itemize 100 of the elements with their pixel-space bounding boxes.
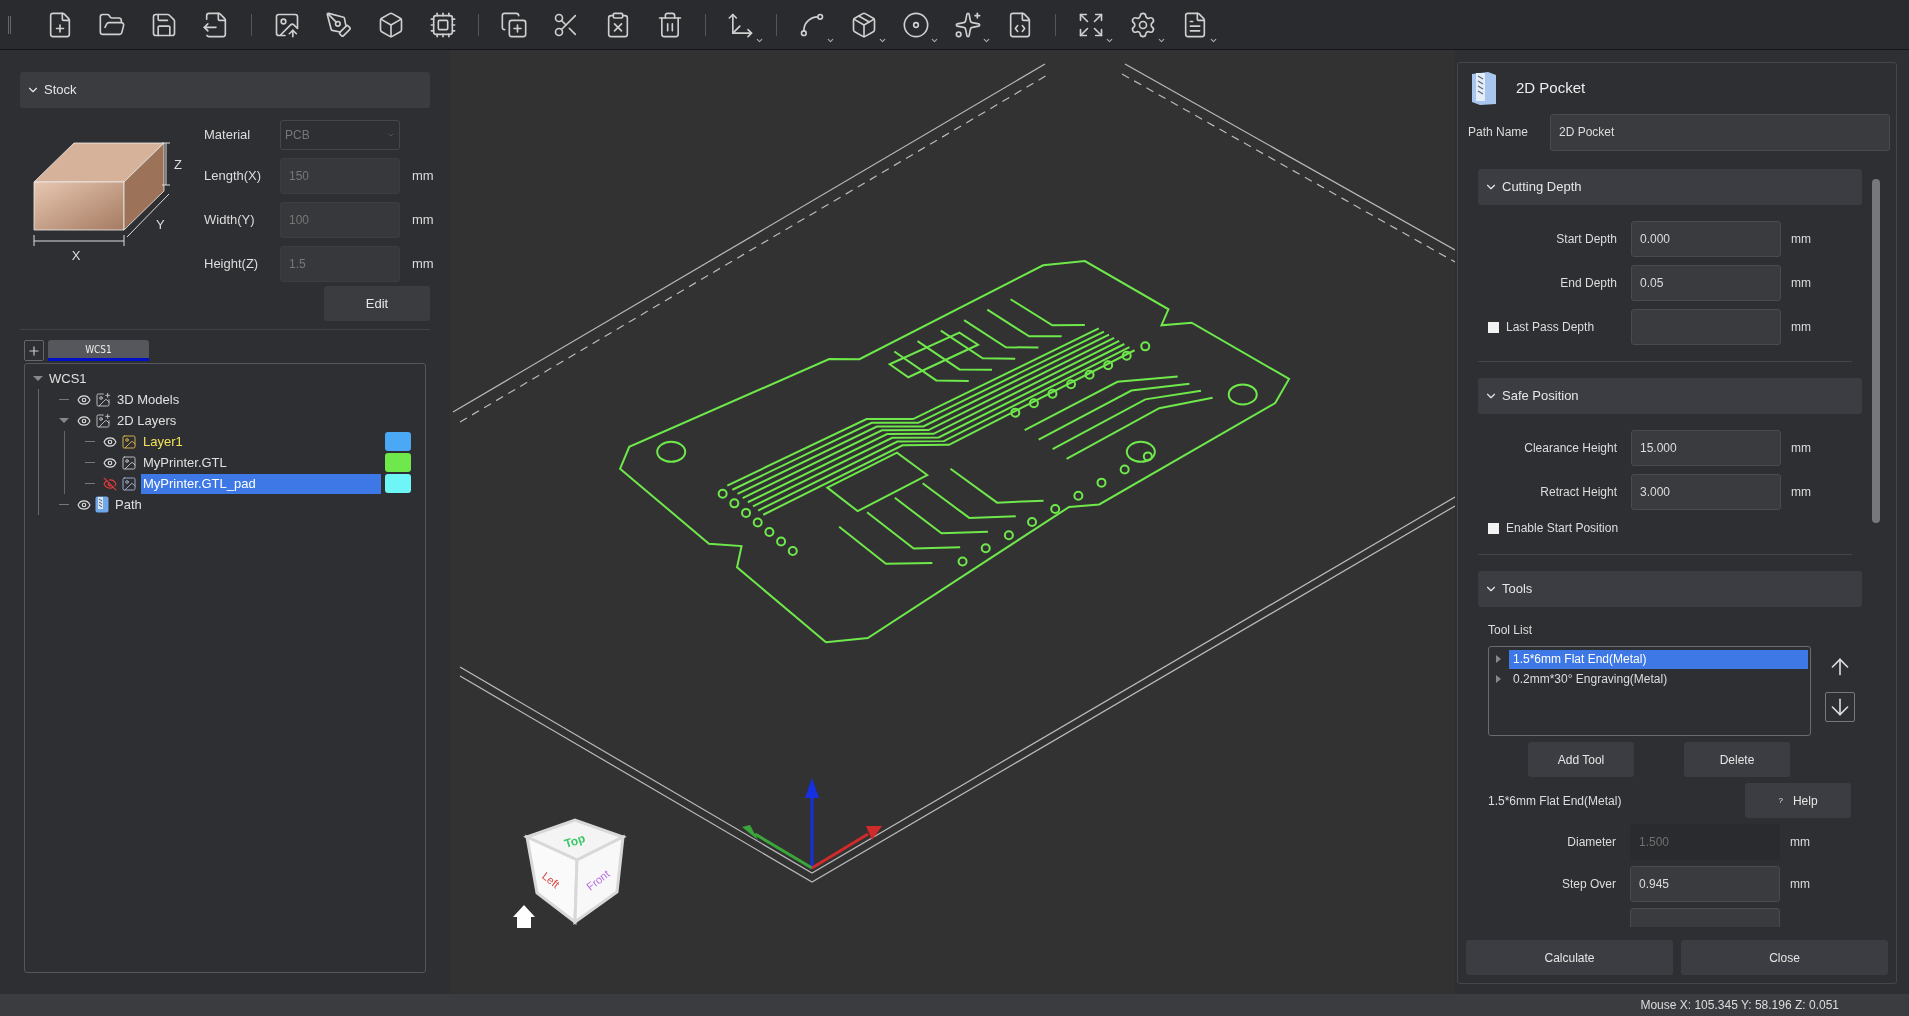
image-icon [121, 454, 137, 471]
scrollbar[interactable] [1872, 179, 1880, 523]
input-field[interactable]: 3.000 [1631, 474, 1781, 510]
input-field[interactable]: 0.945 [1630, 866, 1780, 902]
path-name-field[interactable]: 2D Pocket [1550, 113, 1890, 151]
tree-item[interactable]: Layer1 [141, 431, 381, 452]
eye-icon[interactable] [77, 497, 91, 512]
chip-icon [429, 10, 457, 39]
unit-label: mm [1791, 440, 1811, 457]
tree-item[interactable]: MyPrinter.GTL_pad [141, 473, 381, 494]
section-title: Tools [1502, 580, 1533, 599]
section-title: Cutting Depth [1502, 178, 1582, 197]
plus-icon [27, 343, 41, 358]
move-down-button[interactable] [1825, 692, 1855, 722]
field-label: Diameter [1566, 834, 1617, 851]
field-label: Retract Height [1539, 484, 1618, 501]
field-label: Material [204, 126, 252, 145]
unit-label: mm [412, 255, 434, 274]
unit-label: mm [412, 211, 434, 230]
list-label: Tool List [1488, 622, 1534, 639]
wcs-tab[interactable]: WCS1 [48, 340, 149, 361]
field-label: Width(Y) [204, 211, 256, 230]
unit-label: mm [1791, 275, 1811, 292]
eye-icon[interactable] [77, 392, 91, 407]
eye-icon[interactable] [103, 434, 117, 449]
tool-list-item[interactable]: 0.2mm*30° Engraving(Metal) [1509, 669, 1808, 689]
field-label: Clearance Height [1523, 440, 1618, 457]
eye-icon[interactable] [103, 455, 117, 470]
unit-label: mm [1790, 876, 1810, 893]
dialog-button[interactable]: Calculate [1466, 940, 1673, 975]
view-cube[interactable] [523, 818, 627, 925]
toolbar-grip [8, 15, 11, 34]
tree-item[interactable]: MyPrinter.GTL [141, 452, 381, 473]
hidden-eye-icon[interactable] [103, 476, 117, 491]
section-header[interactable]: Cutting Depth [1478, 169, 1862, 205]
section-header[interactable]: Tools [1478, 571, 1862, 607]
help-button[interactable]: ? Help [1745, 783, 1851, 818]
tree-item[interactable]: Path [113, 494, 415, 515]
field-label: Step Over [1560, 876, 1617, 893]
image-icon [95, 412, 111, 429]
cube-icon [850, 10, 878, 39]
dialog-button[interactable]: Close [1681, 940, 1888, 975]
checkbox[interactable] [1488, 321, 1499, 333]
image-icon [95, 391, 111, 408]
edit-button[interactable]: Edit [324, 286, 430, 321]
current-tool-label: 1.5*6mm Flat End(Metal) [1488, 792, 1622, 810]
field-label: Start Depth [1555, 231, 1618, 248]
disc-icon [902, 10, 930, 39]
unit-label: mm [1791, 231, 1811, 248]
delete-icon [656, 10, 684, 39]
color-swatch[interactable] [385, 453, 411, 472]
panel-title: 2D Pocket [1516, 77, 1586, 98]
checkbox-label: Last Pass Depth [1506, 319, 1595, 336]
expand-arrow-icon[interactable] [59, 418, 69, 423]
input-field[interactable]: 0.000 [1631, 221, 1781, 257]
copy-icon [500, 10, 528, 39]
section-title: Safe Position [1502, 387, 1579, 406]
unit-label: mm [412, 167, 434, 186]
expand-arrow-icon[interactable] [1496, 675, 1501, 683]
status-text: Mouse X: 105.345 Y: 58.196 Z: 0.051 [1640, 997, 1839, 1014]
expand-arrow-icon[interactable] [1496, 655, 1501, 663]
unit-label: mm [1790, 834, 1810, 851]
color-swatch[interactable] [385, 474, 411, 493]
expand-arrow-icon[interactable] [33, 376, 43, 381]
home-icon[interactable] [513, 905, 535, 928]
tool-icon [1470, 70, 1498, 106]
input-field[interactable] [1631, 309, 1781, 345]
field-label: End Depth [1559, 275, 1618, 292]
section-title: Stock [44, 81, 77, 100]
tool-icon [95, 496, 109, 513]
pen-icon [325, 10, 353, 39]
tool-list-item[interactable]: 1.5*6mm Flat End(Metal) [1509, 649, 1808, 669]
axis-label: Y [156, 217, 165, 232]
checkbox-label: Enable Start Position [1506, 520, 1619, 537]
tree-item[interactable]: 3D Models [115, 389, 415, 410]
input-field[interactable]: 0.05 [1631, 265, 1781, 301]
section-header[interactable]: Stock [20, 72, 430, 108]
box-icon [377, 10, 405, 39]
settings-icon [1129, 10, 1157, 39]
unit-label: mm [1791, 319, 1811, 336]
tool-action-button[interactable]: Add Tool [1528, 742, 1634, 777]
tree-item[interactable]: 2D Layers [115, 410, 415, 431]
unit-label: mm [1791, 484, 1811, 501]
image-icon [121, 475, 137, 492]
image-icon [121, 433, 137, 450]
help-icon: ? [1778, 794, 1783, 807]
section-header[interactable]: Safe Position [1478, 378, 1862, 414]
axis-label: Z [174, 157, 182, 172]
caret-icon [387, 131, 395, 139]
field-label: Length(X) [204, 167, 263, 186]
input-field[interactable]: 15.000 [1631, 430, 1781, 466]
tool-action-button[interactable]: Delete [1684, 742, 1790, 777]
eye-icon[interactable] [77, 413, 91, 428]
color-swatch[interactable] [385, 432, 411, 451]
field-label: Height(Z) [204, 255, 260, 274]
add-tab-button[interactable] [24, 340, 44, 361]
cube-face-label[interactable]: Left [540, 869, 562, 891]
tree-item[interactable]: WCS1 [47, 368, 415, 389]
checkbox[interactable] [1488, 522, 1499, 534]
axis-label: X [71, 248, 81, 262]
